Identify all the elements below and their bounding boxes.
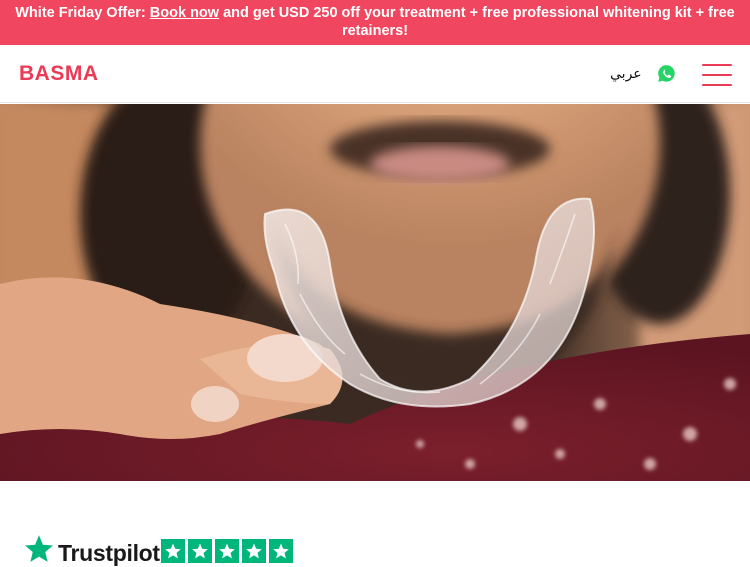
- promo-suffix: and get USD 250 off your treatment + fre…: [219, 5, 735, 39]
- hero-photo: [0, 104, 750, 481]
- whatsapp-icon[interactable]: [657, 64, 676, 83]
- hero-image: [0, 104, 750, 481]
- trustpilot-badge[interactable]: Trustpilot: [24, 534, 314, 566]
- promo-prefix: White Friday Offer:: [15, 5, 150, 21]
- language-switch[interactable]: عربي: [610, 65, 642, 82]
- site-header: BASMA عربي: [0, 45, 750, 103]
- trustpilot-star-icon: [25, 535, 53, 562]
- promo-banner: White Friday Offer: Book now and get USD…: [0, 0, 750, 45]
- hamburger-menu-icon[interactable]: [702, 64, 732, 86]
- book-now-link[interactable]: Book now: [150, 5, 219, 21]
- basma-logo[interactable]: BASMA: [19, 62, 99, 86]
